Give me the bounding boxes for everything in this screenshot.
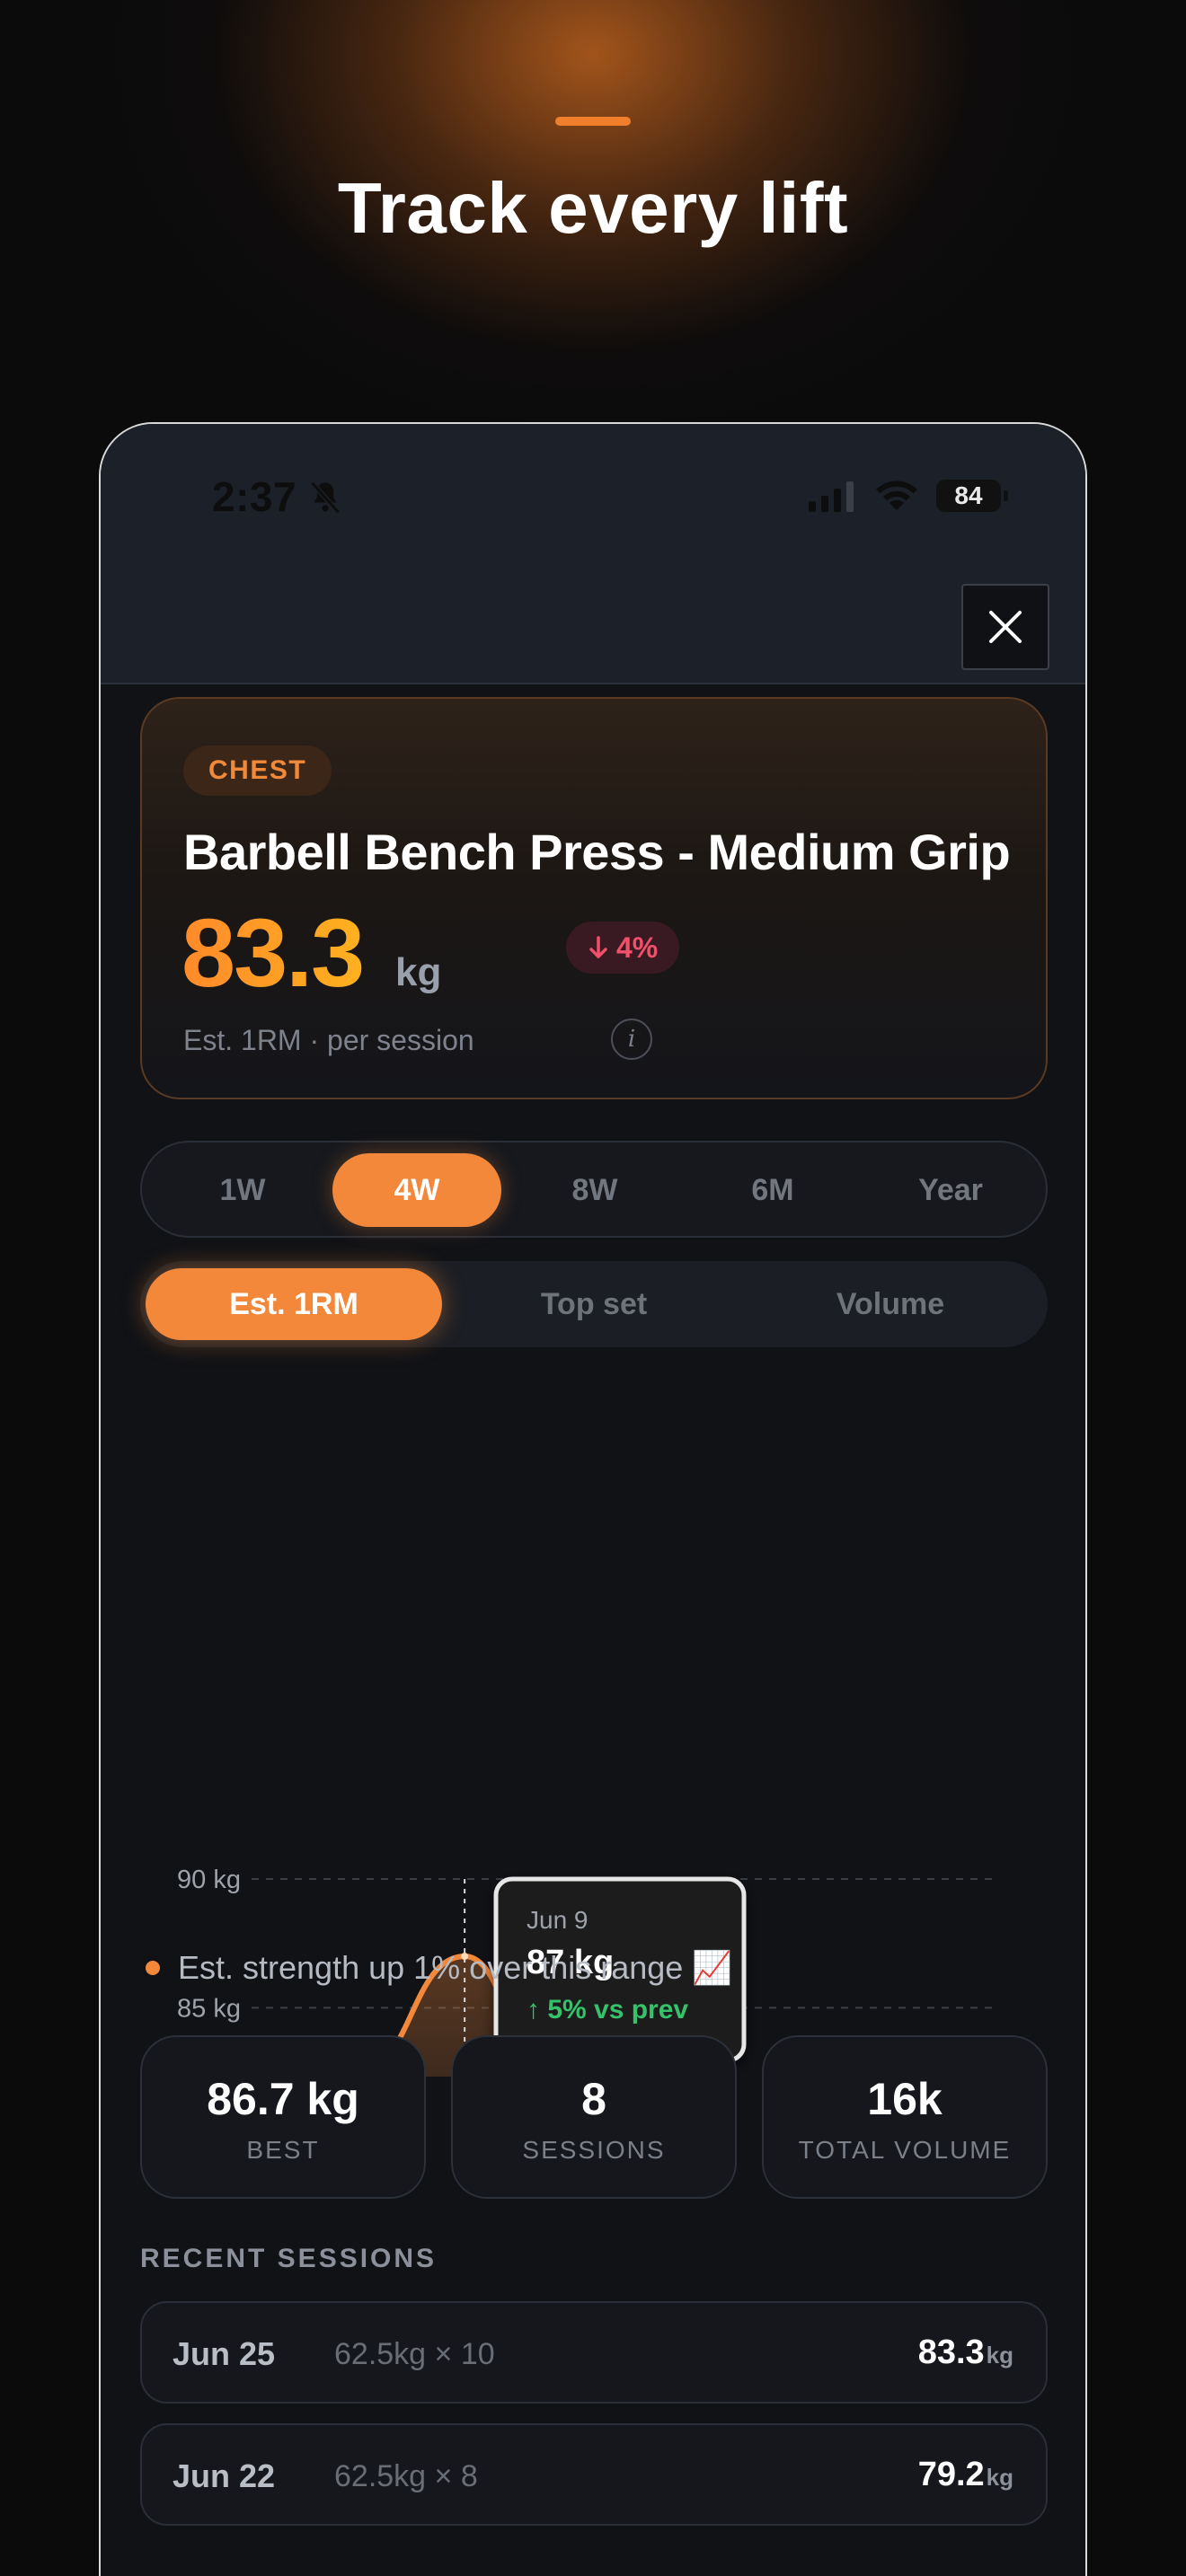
trend-summary: Est. strength up 1% over this range 📈 <box>140 1949 732 1987</box>
session-date: Jun 25 <box>173 2335 276 2372</box>
stat-card-best: 86.7 kg BEST <box>140 2035 426 2199</box>
stat-label: BEST <box>246 2136 320 2164</box>
stat-card-volume: 16k TOTAL VOLUME <box>762 2035 1048 2199</box>
range-6m[interactable]: 6M <box>688 1153 857 1227</box>
metric-est-1rm[interactable]: Est. 1RM <box>146 1268 442 1340</box>
metric-selector: Est. 1RM Top set Volume <box>140 1261 1048 1347</box>
bell-muted-icon <box>310 481 341 515</box>
sheet-header: 2:37 84 <box>101 424 1085 684</box>
hero-accent-bar <box>555 117 631 126</box>
session-value: 79.2kg <box>918 2456 1013 2494</box>
y-tick-label: 90 kg <box>177 1866 241 1894</box>
stat-label: TOTAL VOLUME <box>798 2136 1012 2164</box>
session-value-unit: kg <box>986 2342 1013 2369</box>
tooltip-change: ↑ 5% vs prev <box>527 1995 688 2025</box>
session-date: Jun 22 <box>173 2457 276 2494</box>
arrow-down-icon <box>589 936 607 958</box>
stat-value: 8 <box>581 2074 606 2124</box>
one-rm-value: 83.3 <box>181 898 365 1007</box>
cellular-signal-icon <box>809 481 854 512</box>
metric-volume[interactable]: Volume <box>742 1268 1039 1340</box>
exercise-name: Barbell Bench Press - Medium Grip <box>183 824 1011 880</box>
trend-text: Est. strength up 1% over this range 📈 <box>178 1949 733 1986</box>
metric-top-set[interactable]: Top set <box>446 1268 742 1340</box>
stat-value: 16k <box>867 2074 943 2124</box>
one-rm-unit: kg <box>395 950 442 994</box>
stat-card-sessions: 8 SESSIONS <box>451 2035 737 2199</box>
delta-badge: 4% <box>566 922 680 974</box>
session-value: 83.3kg <box>918 2333 1013 2372</box>
range-4w[interactable]: 4W <box>332 1153 501 1227</box>
hero-title: Track every lift <box>337 168 849 248</box>
stat-label: SESSIONS <box>522 2136 666 2164</box>
stat-value: 86.7 kg <box>207 2074 359 2124</box>
close-button[interactable] <box>961 584 1049 670</box>
session-value-number: 83.3 <box>917 2333 985 2371</box>
recent-sessions-title: RECENT SESSIONS <box>140 2244 438 2273</box>
info-icon[interactable]: i <box>611 1019 652 1060</box>
y-tick-label: 85 kg <box>177 1994 241 2023</box>
trend-dot <box>146 1961 160 1975</box>
wifi-icon <box>876 481 917 510</box>
battery-indicator: 84 <box>936 480 1008 512</box>
category-chip: CHEST <box>183 745 332 796</box>
session-sets: 62.5kg × 10 <box>334 2337 495 2371</box>
phone-frame: 2:37 84 CHEST Barbell Bench Press - Medi… <box>99 422 1087 2576</box>
close-icon <box>989 611 1022 643</box>
session-value-unit: kg <box>986 2464 1013 2491</box>
tooltip-date: Jun 9 <box>527 1906 589 1934</box>
time-range-selector: 1W 4W 8W 6M Year <box>140 1141 1048 1238</box>
exercise-summary-card: CHEST Barbell Bench Press - Medium Grip … <box>140 697 1048 1099</box>
session-row[interactable]: Jun 25 62.5kg × 10 83.3kg <box>140 2301 1048 2404</box>
range-8w[interactable]: 8W <box>510 1153 679 1227</box>
status-time: 2:37 <box>212 473 297 520</box>
metric-subtitle: Est. 1RM · per session <box>183 1024 474 1056</box>
delta-value: 4% <box>616 931 659 964</box>
session-row[interactable]: Jun 22 62.5kg × 8 79.2kg <box>140 2423 1048 2526</box>
range-year[interactable]: Year <box>866 1153 1035 1227</box>
range-1w[interactable]: 1W <box>158 1153 327 1227</box>
session-sets: 62.5kg × 8 <box>334 2459 478 2493</box>
session-value-number: 79.2 <box>917 2456 985 2493</box>
